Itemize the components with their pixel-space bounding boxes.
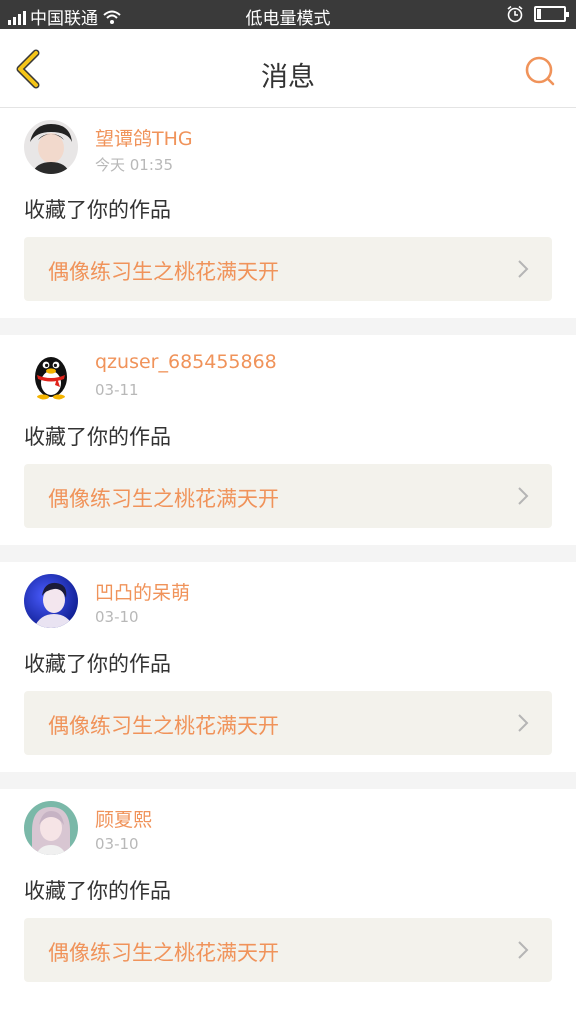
divider: [0, 772, 576, 789]
timestamp: 03-10: [95, 608, 139, 626]
work-link[interactable]: 偶像练习生之桃花满天开: [24, 237, 552, 301]
username[interactable]: 凹凸的呆萌: [95, 578, 190, 605]
message-item: 顾夏熙 03-10 收藏了你的作品 偶像练习生之桃花满天开: [0, 789, 576, 999]
photo-avatar-icon: [24, 574, 78, 628]
username[interactable]: qzuser_685455868: [95, 351, 277, 373]
message-item: 凹凸的呆萌 03-10 收藏了你的作品 偶像练习生之桃花满天开: [0, 562, 576, 772]
penguin-avatar-icon: [24, 347, 78, 401]
username[interactable]: 望谭鸽THG: [95, 124, 193, 151]
work-link[interactable]: 偶像练习生之桃花满天开: [24, 918, 552, 982]
work-link[interactable]: 偶像练习生之桃花满天开: [24, 691, 552, 755]
action-text: 收藏了你的作品: [24, 879, 171, 903]
work-title: 偶像练习生之桃花满天开: [48, 941, 279, 965]
timestamp: 03-10: [95, 835, 139, 853]
work-title: 偶像练习生之桃花满天开: [48, 487, 279, 511]
avatar[interactable]: [24, 347, 78, 401]
chevron-right-icon: [518, 941, 529, 959]
timestamp: 03-11: [95, 381, 139, 399]
message-list: 望谭鸽THG 今天 01:35 收藏了你的作品 偶像练习生之桃花满天开 qzus…: [0, 108, 576, 999]
chevron-right-icon: [518, 487, 529, 505]
work-title: 偶像练习生之桃花满天开: [48, 714, 279, 738]
search-icon: [525, 56, 555, 86]
action-text: 收藏了你的作品: [24, 652, 171, 676]
timestamp: 今天 01:35: [95, 156, 173, 174]
username[interactable]: 顾夏熙: [95, 805, 152, 832]
page-title: 消息: [261, 62, 315, 93]
status-mode: 低电量模式: [245, 9, 331, 29]
status-right: [506, 5, 569, 23]
avatar[interactable]: [24, 120, 78, 174]
work-link[interactable]: 偶像练习生之桃花满天开: [24, 464, 552, 528]
photo-avatar-icon: [24, 801, 78, 855]
avatar[interactable]: [24, 574, 78, 628]
work-title: 偶像练习生之桃花满天开: [48, 260, 279, 284]
battery-fill: [537, 9, 541, 19]
status-bar: 中国联通 低电量模式: [0, 0, 576, 29]
message-item: 望谭鸽THG 今天 01:35 收藏了你的作品 偶像练习生之桃花满天开: [0, 108, 576, 318]
search-button[interactable]: [522, 53, 558, 89]
chevron-right-icon: [518, 714, 529, 732]
photo-avatar-icon: [24, 120, 78, 174]
chevron-right-icon: [518, 260, 529, 278]
divider: [0, 545, 576, 562]
avatar[interactable]: [24, 801, 78, 855]
message-item: qzuser_685455868 03-11 收藏了你的作品 偶像练习生之桃花满…: [0, 335, 576, 545]
alarm-icon: [507, 5, 523, 23]
divider: [0, 318, 576, 335]
battery-icon: [534, 6, 569, 22]
action-text: 收藏了你的作品: [24, 425, 171, 449]
action-text: 收藏了你的作品: [24, 198, 171, 222]
nav-bar: 消息: [0, 29, 576, 108]
